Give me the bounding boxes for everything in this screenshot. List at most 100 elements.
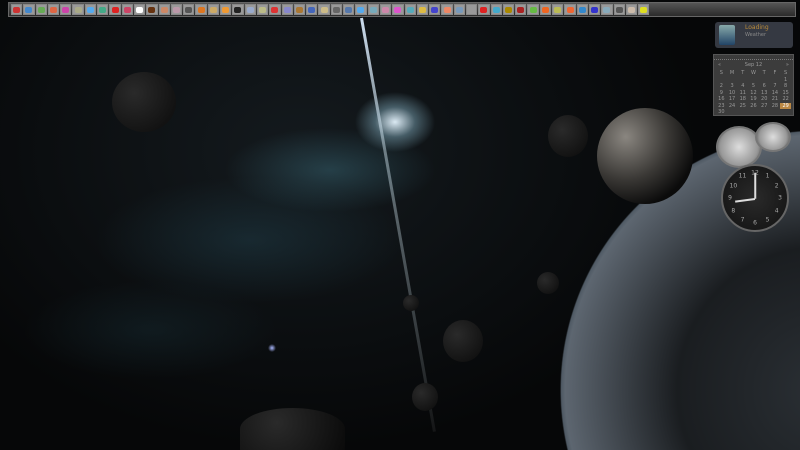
clock-number: 5 xyxy=(765,216,770,224)
launch-icon-26[interactable] xyxy=(318,4,330,15)
launch-icon-32[interactable] xyxy=(392,4,404,15)
launch-icon-14[interactable] xyxy=(170,4,183,15)
launch-icon-27[interactable] xyxy=(330,4,343,15)
app-icon xyxy=(209,6,217,13)
launch-icon-33[interactable] xyxy=(404,4,416,15)
launch-icon-12[interactable] xyxy=(146,4,158,15)
launch-icon-6[interactable] xyxy=(72,4,84,15)
launch-icon-22[interactable] xyxy=(269,4,281,15)
calendar-day[interactable]: 25 xyxy=(737,103,748,110)
launch-icon-21[interactable] xyxy=(256,4,269,15)
launch-icon-7[interactable] xyxy=(84,4,97,15)
app-icon xyxy=(578,6,586,13)
launch-icon-38[interactable] xyxy=(465,4,478,15)
app-icon xyxy=(603,6,611,13)
app-icon xyxy=(345,6,353,13)
app-icon xyxy=(234,6,242,13)
app-icon xyxy=(332,6,340,13)
app-icon xyxy=(627,6,635,13)
calendar-day[interactable]: 27 xyxy=(759,103,770,110)
clock-number: 2 xyxy=(774,182,779,189)
launch-icon-47[interactable] xyxy=(576,4,588,15)
launch-icon-30[interactable] xyxy=(367,4,379,15)
launch-icon-52[interactable] xyxy=(638,4,650,15)
calendar-day[interactable]: 29 xyxy=(780,102,791,109)
launch-icon-16[interactable] xyxy=(195,4,207,15)
launch-icon-17[interactable] xyxy=(207,4,220,15)
launch-icon-5[interactable] xyxy=(60,4,72,15)
launch-icon-1[interactable] xyxy=(11,4,23,15)
launch-icon-3[interactable] xyxy=(35,4,47,15)
asteroid xyxy=(537,272,559,294)
app-icon xyxy=(369,6,377,13)
launch-icon-8[interactable] xyxy=(97,4,109,15)
launch-icon-13[interactable] xyxy=(158,4,170,15)
launch-icon-49[interactable] xyxy=(601,4,613,15)
app-icon xyxy=(271,6,279,13)
clock-number: 12 xyxy=(751,169,759,177)
clock-number: 7 xyxy=(740,216,745,224)
clock-gadget: 12 1 2 3 4 5 6 7 8 9 10 11 xyxy=(721,164,789,232)
clock-number: 9 xyxy=(728,194,732,202)
launch-icon-10[interactable] xyxy=(121,4,133,15)
launch-icon-20[interactable] xyxy=(244,4,256,15)
launch-icon-35[interactable] xyxy=(429,4,441,15)
hour-hand xyxy=(735,198,756,203)
launch-icon-46[interactable] xyxy=(564,4,576,15)
app-icon xyxy=(160,6,168,13)
launch-icon-51[interactable] xyxy=(625,4,638,15)
launch-icon-44[interactable] xyxy=(539,4,552,15)
launch-icon-36[interactable] xyxy=(441,4,453,15)
app-icon xyxy=(148,6,156,13)
launch-icon-11[interactable] xyxy=(133,4,146,15)
app-icon xyxy=(554,6,562,13)
app-icon xyxy=(431,6,439,13)
app-icon xyxy=(443,6,451,13)
memory-meter-gauge xyxy=(755,122,791,152)
calendar-day[interactable]: 26 xyxy=(748,103,759,110)
launch-icon-41[interactable] xyxy=(502,4,515,15)
launch-icon-24[interactable] xyxy=(293,4,306,15)
app-icon xyxy=(283,6,291,13)
launch-icon-4[interactable] xyxy=(47,4,60,15)
launch-icon-15[interactable] xyxy=(183,4,195,15)
asteroid xyxy=(403,295,419,311)
calendar-gadget: « Sep 12 » S M T W T F S 1 2 3 4 5 6 7 8 9 10 11 12 13 14 15 16 1… xyxy=(713,54,794,116)
prev-month-button[interactable]: « xyxy=(718,62,721,68)
clock-number: 6 xyxy=(753,219,757,227)
calendar-day[interactable]: 30 xyxy=(716,109,727,116)
asteroid xyxy=(412,383,438,411)
weather-location: Weather xyxy=(745,32,767,38)
app-icon xyxy=(640,6,648,13)
app-icon xyxy=(505,6,513,13)
launch-icon-48[interactable] xyxy=(588,4,601,15)
launch-icon-28[interactable] xyxy=(343,4,355,15)
next-month-button[interactable]: » xyxy=(786,62,789,68)
app-icon xyxy=(615,6,623,13)
launch-icon-43[interactable] xyxy=(527,4,539,15)
launch-icon-18[interactable] xyxy=(220,4,232,15)
launch-icon-23[interactable] xyxy=(281,4,293,15)
calendar-day[interactable]: 28 xyxy=(770,103,781,110)
launch-icon-29[interactable] xyxy=(355,4,367,15)
launch-icon-45[interactable] xyxy=(552,4,564,15)
asteroid xyxy=(112,72,176,132)
launch-icon-9[interactable] xyxy=(109,4,121,15)
calendar-grid: S M T W T F S 1 2 3 4 5 6 7 8 9 10 11 12 13 14 15 16 17 18 19 20 21… xyxy=(714,70,793,116)
weather-gadget[interactable]: Loading Weather xyxy=(715,22,793,48)
launch-icon-34[interactable] xyxy=(416,4,429,15)
quick-launch-toolbar xyxy=(8,2,796,17)
launch-icon-39[interactable] xyxy=(478,4,490,15)
calendar-month: Sep 12 xyxy=(744,62,763,68)
launch-icon-2[interactable] xyxy=(23,4,35,15)
clock-number: 11 xyxy=(738,172,747,180)
launch-icon-37[interactable] xyxy=(453,4,465,15)
app-icon xyxy=(136,6,144,13)
launch-icon-25[interactable] xyxy=(306,4,318,15)
launch-icon-40[interactable] xyxy=(490,4,502,15)
launch-icon-42[interactable] xyxy=(515,4,527,15)
calendar-day[interactable]: 24 xyxy=(727,103,738,110)
launch-icon-19[interactable] xyxy=(232,4,244,15)
launch-icon-31[interactable] xyxy=(379,4,392,15)
launch-icon-50[interactable] xyxy=(613,4,625,15)
